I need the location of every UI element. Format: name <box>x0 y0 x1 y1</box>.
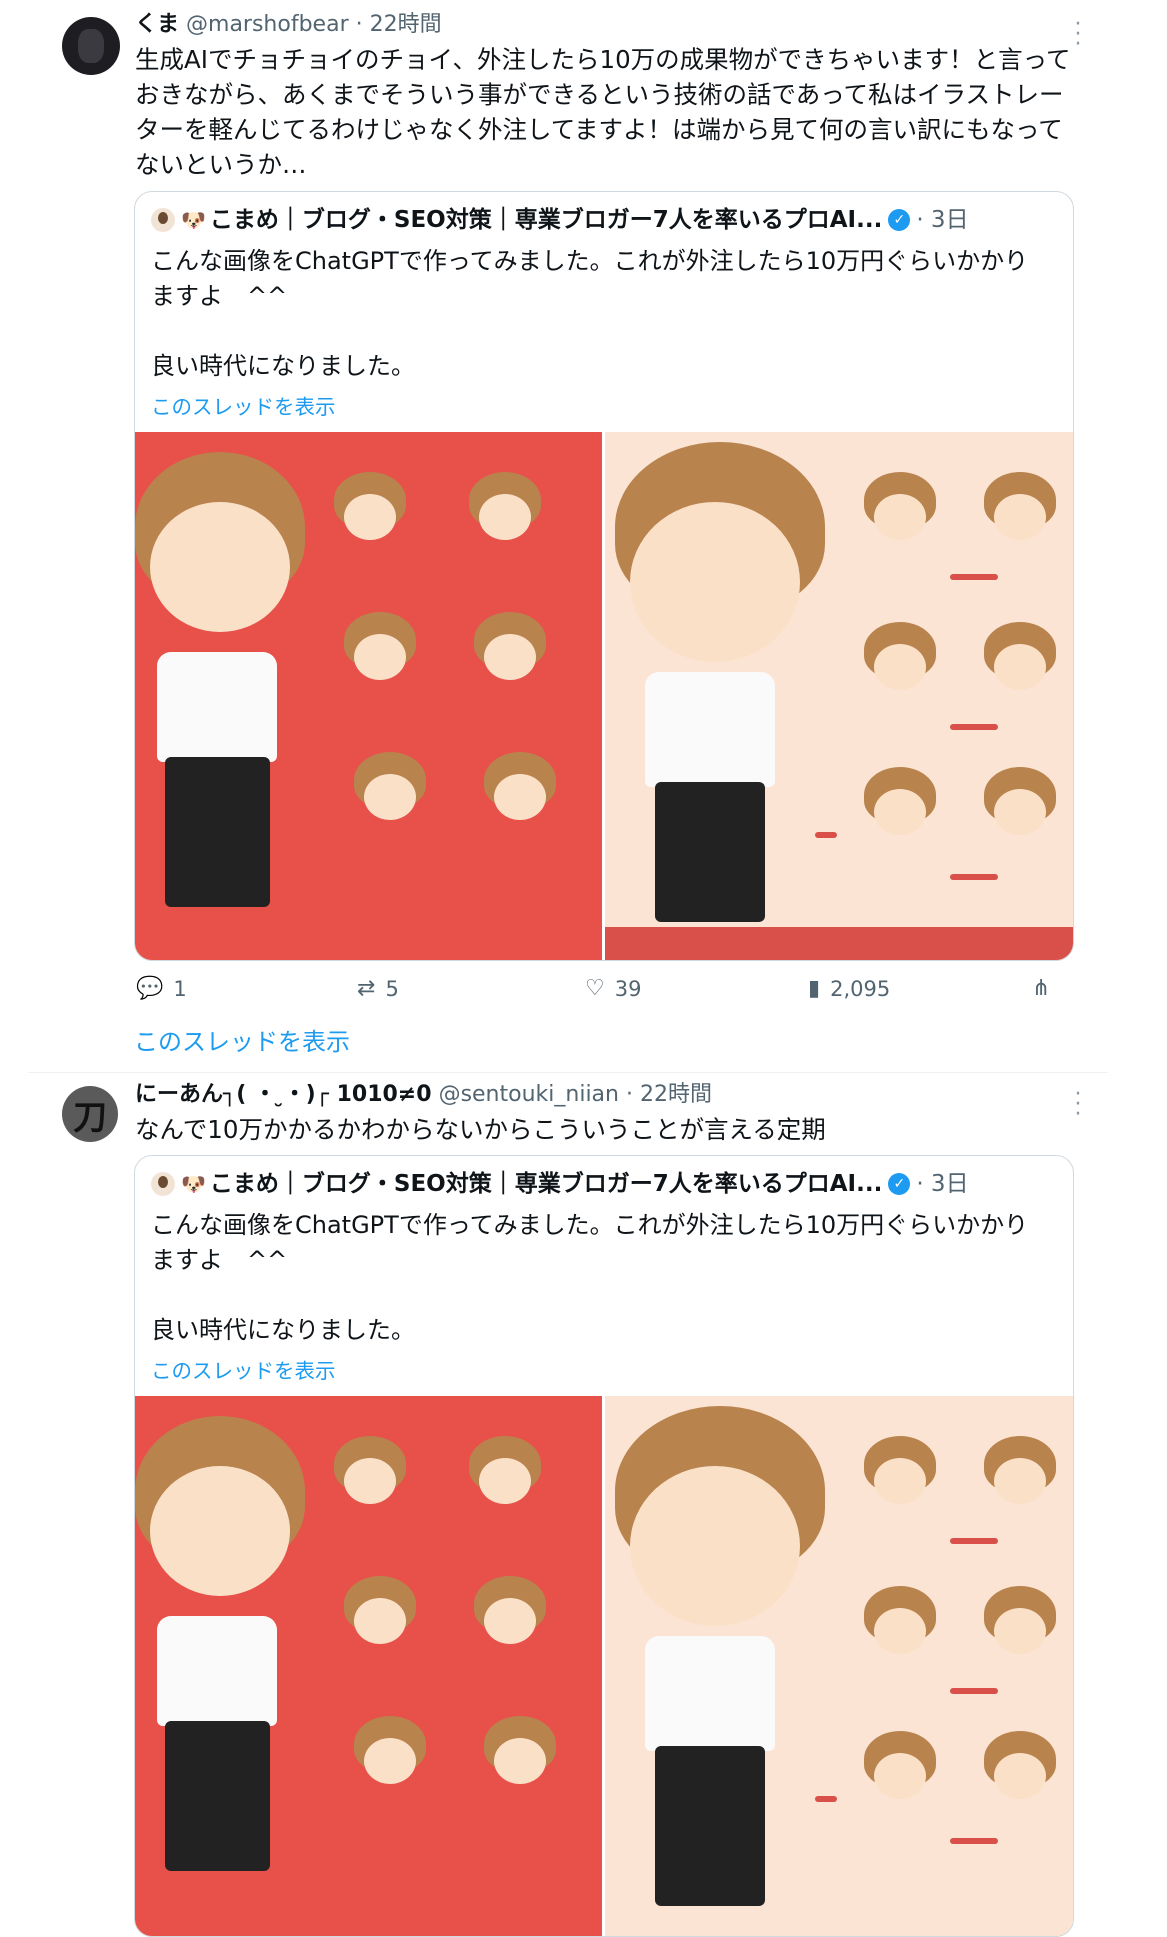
expression-head <box>480 752 560 832</box>
character-pants <box>165 757 270 907</box>
avatar[interactable]: 刀 <box>62 1086 118 1142</box>
arrow-icon <box>950 1688 998 1694</box>
floor-band <box>605 927 1073 960</box>
character-shirt <box>157 652 277 762</box>
share-icon: ⋔ <box>1032 976 1051 1001</box>
attached-image-right[interactable] <box>605 432 1073 960</box>
arrow-icon <box>950 1538 998 1544</box>
character-face <box>150 1466 290 1596</box>
expression-head <box>470 612 550 692</box>
retweet-button[interactable]: ⇄ 5 <box>357 976 399 1001</box>
arrow-icon <box>950 724 998 730</box>
retweet-count: 5 <box>385 976 399 1001</box>
expression-head <box>330 1436 410 1516</box>
show-thread-link[interactable]: このスレッドを表示 <box>134 1022 350 1057</box>
dog-emoji-icon: 🐶 <box>181 208 206 232</box>
mini-character <box>980 472 1060 552</box>
tweet-text: 生成AIでチョチョイのチョイ、外注したら10万の成果物ができちゃいます！と言って… <box>135 45 1071 179</box>
character-shirt <box>157 1616 277 1726</box>
share-button[interactable]: ⋔ <box>1032 976 1060 1001</box>
mini-character <box>860 1436 940 1516</box>
timestamp[interactable]: · 22時間 <box>356 12 442 37</box>
like-count: 39 <box>614 976 642 1001</box>
mini-character <box>860 1586 940 1666</box>
mini-character <box>980 622 1060 702</box>
quoted-tweet[interactable]: 🐶 こまめ｜ブログ・SEO対策｜専業ブロガー7人を率いるプロAI... ✓ · … <box>134 191 1074 961</box>
like-button[interactable]: ♡ 39 <box>585 976 641 1001</box>
mini-character <box>980 1731 1060 1811</box>
mini-character <box>860 1731 940 1811</box>
mini-character <box>860 622 940 702</box>
expression-head <box>465 472 545 552</box>
character-shirt <box>645 672 775 787</box>
mini-character <box>980 1586 1060 1666</box>
character-pants <box>655 1746 765 1906</box>
character-face <box>630 502 800 662</box>
character-pants <box>165 1721 270 1871</box>
dog-emoji-icon: 🐶 <box>181 1172 206 1196</box>
handle[interactable]: @sentouki_niian <box>439 1082 619 1107</box>
reply-button[interactable]: 💬 1 <box>136 976 187 1001</box>
quoted-show-thread-link[interactable]: このスレッドを表示 <box>151 1354 336 1384</box>
tweet-header: くま @marshofbear · 22時間 <box>135 10 442 40</box>
expression-head <box>350 752 430 832</box>
expression-head <box>470 1576 550 1656</box>
views-count: 2,095 <box>830 976 891 1001</box>
attached-image-left[interactable] <box>135 1396 602 1936</box>
quoted-timestamp: · 3日 <box>916 207 969 233</box>
verified-badge-icon: ✓ <box>888 209 911 231</box>
mini-character <box>980 1436 1060 1516</box>
verified-badge-icon: ✓ <box>888 1173 911 1195</box>
timestamp[interactable]: · 22時間 <box>626 1082 712 1107</box>
quoted-header: 🐶 こまめ｜ブログ・SEO対策｜専業ブロガー7人を率いるプロAI... ✓ · … <box>151 204 969 236</box>
expression-head <box>330 472 410 552</box>
quoted-display-name: こまめ｜ブログ・SEO対策｜専業ブロガー7人を率いるプロAI... <box>209 207 883 233</box>
expression-head <box>465 1436 545 1516</box>
character-shirt <box>645 1636 775 1751</box>
arrow-icon <box>950 1838 998 1844</box>
expression-head <box>480 1716 560 1796</box>
reply-count: 1 <box>173 976 187 1001</box>
display-name[interactable]: くま <box>135 12 179 37</box>
avatar[interactable] <box>62 17 120 75</box>
attached-image-left[interactable] <box>135 432 602 960</box>
retweet-icon: ⇄ <box>357 976 376 1001</box>
quoted-display-name: こまめ｜ブログ・SEO対策｜専業ブロガー7人を率いるプロAI... <box>209 1171 883 1197</box>
expression-head <box>340 1576 420 1656</box>
character-face <box>150 502 290 632</box>
reply-icon: 💬 <box>136 976 164 1001</box>
expression-head <box>340 612 420 692</box>
expression-head <box>350 1716 430 1796</box>
quoted-header: 🐶 こまめ｜ブログ・SEO対策｜専業ブロガー7人を率いるプロAI... ✓ · … <box>151 1168 969 1200</box>
mini-character <box>860 472 940 552</box>
display-name[interactable]: にーあん┐( ・ ̮・)┌ 1010≠0 <box>135 1082 432 1107</box>
arrow-icon <box>815 1796 837 1802</box>
handle[interactable]: @marshofbear <box>186 12 349 37</box>
views-button[interactable]: ▮ 2,095 <box>808 976 890 1001</box>
character-pants <box>655 782 765 922</box>
quoted-tweet[interactable]: 🐶 こまめ｜ブログ・SEO対策｜専業ブロガー7人を率いるプロAI... ✓ · … <box>134 1155 1074 1937</box>
arrow-icon <box>815 832 837 838</box>
quoted-avatar <box>151 1172 175 1196</box>
heart-icon: ♡ <box>585 976 605 1001</box>
quoted-text: こんな画像をChatGPTで作ってみました。これが外注したら10万円ぐらいかかり… <box>151 247 1029 380</box>
divider <box>28 1072 1108 1073</box>
quoted-avatar <box>151 208 175 232</box>
attached-image-right[interactable] <box>605 1396 1073 1936</box>
arrow-icon <box>950 574 998 580</box>
arrow-icon <box>950 874 998 880</box>
views-icon: ▮ <box>808 976 821 1001</box>
mini-character <box>860 767 940 847</box>
mini-character <box>980 767 1060 847</box>
tweet-header: にーあん┐( ・ ̮・)┌ 1010≠0 @sentouki_niian · 2… <box>135 1080 712 1110</box>
avatar-glyph: 刀 <box>73 1097 107 1138</box>
character-face <box>630 1466 800 1626</box>
tweet-text: なんで10万かかるかわからないからこういうことが言える定期 <box>135 1115 826 1144</box>
quoted-timestamp: · 3日 <box>916 1171 969 1197</box>
quoted-show-thread-link[interactable]: このスレッドを表示 <box>151 390 336 420</box>
quoted-text: こんな画像をChatGPTで作ってみました。これが外注したら10万円ぐらいかかり… <box>151 1211 1029 1344</box>
